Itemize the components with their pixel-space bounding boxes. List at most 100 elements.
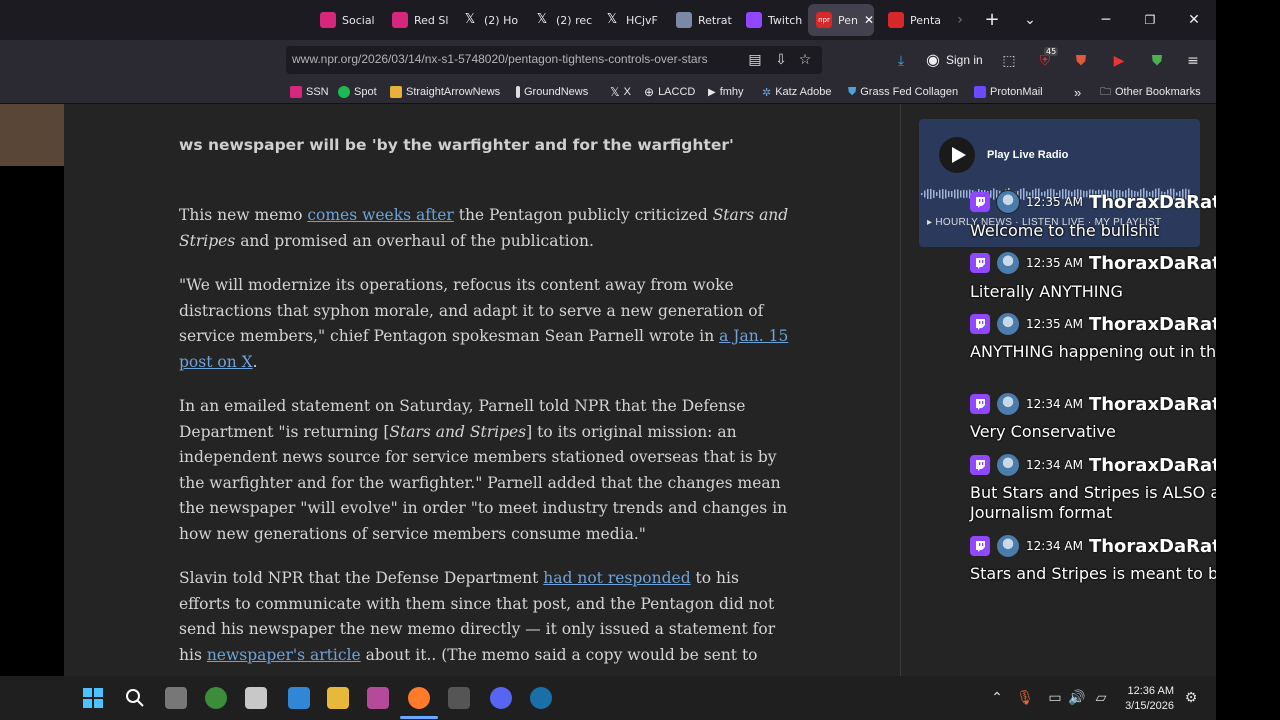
brave-shield-icon[interactable]: ⛊: [1072, 52, 1090, 70]
network-icon[interactable]: ▭: [1046, 689, 1064, 707]
tab-label: Penta: [910, 13, 942, 27]
comes-weeks-after-link[interactable]: comes weeks after: [307, 206, 453, 224]
newspapers-article-link[interactable]: newspaper's article: [207, 646, 361, 664]
bookmark-spot[interactable]: Spot: [338, 84, 377, 100]
chat-message-header: 12:35 AM ThoraxDaRat: [970, 251, 1221, 275]
terminal-icon[interactable]: [448, 687, 470, 709]
downloads-icon[interactable]: ⤓: [892, 52, 910, 70]
tab-red[interactable]: Red Sl: [384, 4, 452, 36]
chevron-up-icon[interactable]: ⌃: [988, 689, 1006, 707]
bookmark-label: ProtonMail: [990, 86, 1043, 98]
tab-scroll-right-icon[interactable]: ›: [948, 8, 972, 32]
speaker-icon[interactable]: 🔊: [1068, 689, 1086, 707]
twitch-icon: [970, 536, 990, 556]
notification-bell-icon[interactable]: ⚙: [1182, 689, 1200, 707]
bookmark-star-icon[interactable]: ☆: [796, 51, 814, 69]
chat-message-header: 12:34 AM ThoraxDaRat: [970, 392, 1221, 416]
vpn-shield-icon[interactable]: ⛊: [1148, 52, 1166, 70]
url-bar[interactable]: www.npr.org/2026/03/14/nx-s1-5748020/pen…: [286, 46, 822, 74]
taskbar-clock[interactable]: 12:36 AM 3/15/2026: [1108, 684, 1174, 714]
tab-x-home[interactable]: 𝕏 (2) Ho: [454, 4, 522, 36]
task-view-icon[interactable]: [165, 687, 187, 709]
restore-button[interactable]: ❐: [1138, 8, 1162, 32]
save-page-icon[interactable]: ⇩: [772, 51, 790, 69]
bookmark-label: Grass Fed Collagen: [860, 86, 959, 98]
chrome-icon[interactable]: [205, 687, 227, 709]
bookmark-x[interactable]: 𝕏 X: [610, 84, 631, 100]
microphone-icon[interactable]: 🎙: [1016, 689, 1034, 707]
right-letterbox: [1216, 0, 1280, 720]
bookmark-laccd[interactable]: ⊕ LACCD: [644, 84, 695, 100]
discord-icon[interactable]: [490, 687, 512, 709]
avatar: [996, 534, 1020, 558]
tab-social[interactable]: Social: [312, 4, 380, 36]
close-window-button[interactable]: ✕: [1182, 8, 1206, 32]
radio-play-button[interactable]: [939, 137, 975, 173]
more-bookmarks-icon[interactable]: »: [1074, 84, 1081, 100]
bookmark-fmhy[interactable]: ▶ fmhy: [708, 84, 744, 100]
bookmark-label: GroundNews: [524, 86, 589, 98]
tab-label: (2) rec: [556, 13, 593, 27]
extension-badge: 45: [1044, 47, 1059, 56]
npr-favicon-icon: npr: [816, 12, 832, 28]
x-logo-icon: 𝕏: [604, 12, 620, 28]
windows-start-icon[interactable]: [82, 687, 104, 709]
tab-list-chevron-down-icon[interactable]: ⌄: [1018, 8, 1042, 32]
article-paragraph: Slavin told NPR that the Defense Departm…: [179, 566, 789, 668]
bookmark-straightarrownews[interactable]: StraightArrowNews: [390, 84, 500, 100]
chat-timestamp: 12:35 AM: [1026, 195, 1083, 209]
bookmarks-bar: SSN Spot StraightArrowNews GroundNews 𝕏 …: [0, 80, 1216, 104]
radio-label: Play Live Radio: [987, 149, 1069, 161]
close-tab-icon[interactable]: ✕: [864, 13, 874, 27]
tab-x-hcjvf[interactable]: 𝕏 HCjvF: [596, 4, 664, 36]
bookmark-grass-fed-collagen[interactable]: ⛊ Grass Fed Collagen: [848, 84, 958, 100]
reader-view-icon[interactable]: ▤: [746, 51, 764, 69]
paragraph-text: Slavin told NPR that the Defense Departm…: [179, 569, 544, 587]
article-body: This new memo comes weeks after the Pent…: [179, 203, 789, 676]
tab-pentagon[interactable]: Penta: [880, 4, 948, 36]
had-not-responded-link[interactable]: had not responded: [543, 569, 690, 587]
tab-favicon-icon: [676, 12, 692, 28]
shield-icon: ⛊: [848, 85, 857, 98]
chat-username: ThoraxDaRat: [1088, 535, 1221, 557]
minimize-button[interactable]: ─: [1094, 8, 1118, 32]
chat-username: ThoraxDaRat: [1088, 191, 1221, 213]
chat-timestamp: 12:34 AM: [1026, 397, 1083, 411]
clock-time: 12:36 AM: [1127, 685, 1174, 697]
new-tab-button[interactable]: +: [980, 8, 1004, 32]
menu-hamburger-icon[interactable]: ≡: [1184, 52, 1202, 70]
protonmail-icon: [974, 86, 986, 98]
tab-label: Red Sl: [414, 13, 449, 27]
bookmark-katz-adobe[interactable]: ✲ Katz Adobe: [762, 84, 832, 100]
avatar: [996, 312, 1020, 336]
tab-npr-active[interactable]: npr Pen ✕: [808, 4, 874, 36]
article-paragraph: This new memo comes weeks after the Pent…: [179, 203, 789, 254]
spotify-icon: [338, 86, 350, 98]
extensions-icon[interactable]: ⬚: [1000, 52, 1018, 70]
steam-icon[interactable]: [530, 687, 552, 709]
app-icon[interactable]: [245, 687, 267, 709]
bookmark-protonmail[interactable]: ProtonMail: [974, 84, 1043, 100]
youtube-icon[interactable]: ▶: [1110, 52, 1128, 70]
bookmark-label: fmhy: [719, 86, 744, 98]
chat-username: ThoraxDaRat: [1088, 454, 1221, 476]
tab-retrat[interactable]: Retrat: [668, 4, 736, 36]
firefox-icon[interactable]: [408, 687, 430, 709]
tab-label: (2) Ho: [484, 13, 519, 27]
tab-twitch[interactable]: Twitch: [738, 4, 806, 36]
twitch-icon: [970, 192, 990, 212]
edge-icon[interactable]: [288, 687, 310, 709]
file-explorer-icon[interactable]: [327, 687, 349, 709]
bookmark-favicon-icon: ✲: [762, 86, 772, 99]
chat-message-header: 12:35 AM ThoraxDaRat: [970, 190, 1221, 214]
url-text[interactable]: www.npr.org/2026/03/14/nx-s1-5748020/pen…: [292, 52, 732, 66]
bookmark-groundnews[interactable]: GroundNews: [516, 84, 588, 100]
app-icon[interactable]: [367, 687, 389, 709]
x-logo-icon: 𝕏: [534, 12, 550, 28]
search-icon[interactable]: [124, 687, 146, 709]
other-bookmarks[interactable]: 🗀 Other Bookmarks: [1100, 84, 1201, 100]
sign-in-button[interactable]: ◉ Sign in: [926, 50, 983, 70]
bookmark-ssn[interactable]: SSN: [290, 84, 329, 100]
tab-x-rec[interactable]: 𝕏 (2) rec: [526, 4, 594, 36]
twitch-icon: [746, 12, 762, 28]
